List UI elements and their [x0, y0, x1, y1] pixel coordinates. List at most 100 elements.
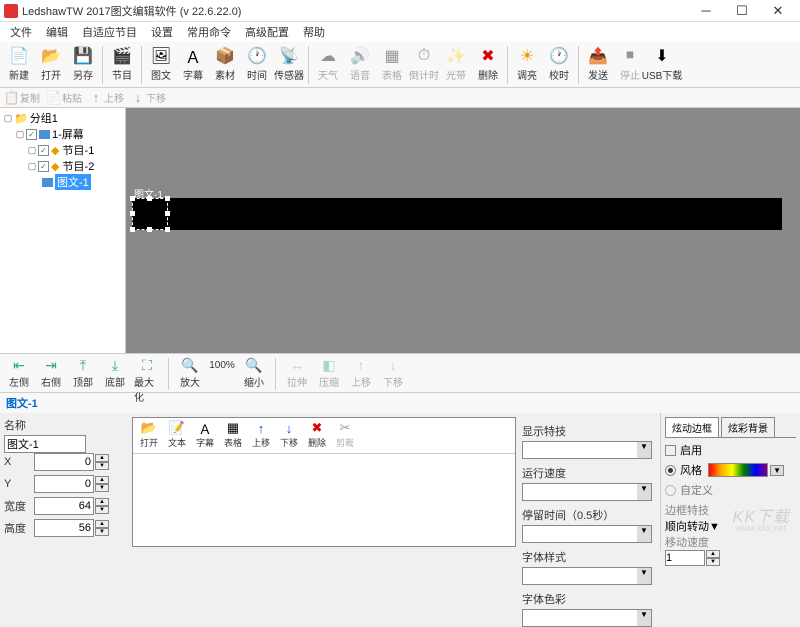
edit-下移[interactable]: ↓下移	[277, 420, 301, 449]
editor-toolbar: 📂打开📝文本Ａ字幕▦表格↑上移↓下移✖删除✂剪裁	[133, 418, 515, 454]
stay-time-combo[interactable]: ▼	[522, 525, 652, 543]
menu-设置[interactable]: 设置	[145, 22, 179, 42]
align-左侧[interactable]: ⇤左侧	[6, 356, 32, 389]
align-最大化[interactable]: ⛶最大化	[134, 356, 160, 404]
btn-打开[interactable]: 📂打开	[36, 44, 66, 84]
font-color-combo[interactable]: ▼	[522, 609, 652, 627]
edit-打开[interactable]: 📂打开	[137, 420, 161, 449]
align-上移: ↑上移	[348, 356, 374, 389]
btn-字幕[interactable]: Ａ字幕	[178, 44, 208, 84]
tree-prog2[interactable]: ▢✓◆ 节目-2	[2, 158, 123, 174]
btn-停止: ⏹停止	[615, 44, 645, 84]
btn-新建[interactable]: 📄新建	[4, 44, 34, 84]
app-icon	[4, 4, 18, 18]
window-title: LedshawTW 2017图文编辑软件 (v 22.6.22.0)	[22, 3, 688, 19]
align-100%[interactable]: 100%	[209, 356, 235, 374]
align-顶部[interactable]: ⤒顶部	[70, 356, 96, 389]
bottom-panel: 名称 X▲▼ Y▲▼ 宽度▲▼ 高度▲▼ 📂打开📝文本Ａ字幕▦表格↑上移↓下移✖…	[0, 413, 800, 551]
menu-帮助[interactable]: 帮助	[297, 22, 331, 42]
maximize-button[interactable]: ☐	[724, 1, 760, 21]
style-radio[interactable]	[665, 465, 676, 476]
btn2-复制: 📋复制	[4, 90, 44, 106]
run-speed-combo[interactable]: ▼	[522, 483, 652, 501]
window-buttons: ─ ☐ ✕	[688, 1, 796, 21]
border-panel: 炫动边框 炫彩背景 启用 风格 ▼ 自定义 边框特技 顺向转动▼ 移动速度 ▲▼	[660, 413, 800, 551]
minimize-button[interactable]: ─	[688, 1, 724, 21]
tab-border[interactable]: 炫动边框	[665, 417, 719, 437]
tab-background[interactable]: 炫彩背景	[721, 417, 775, 437]
border-tabs: 炫动边框 炫彩背景	[665, 417, 796, 438]
edit-文本[interactable]: 📝文本	[165, 420, 189, 449]
custom-radio[interactable]	[665, 485, 676, 496]
selection-box[interactable]	[132, 198, 168, 230]
canvas[interactable]: 图文-1	[126, 108, 800, 353]
btn-节目[interactable]: 🎬节目	[107, 44, 137, 84]
font-style-combo[interactable]: ▼	[522, 567, 652, 585]
y-input[interactable]	[34, 475, 94, 493]
main-toolbar: 📄新建📂打开💾另存 🎬节目 🖼图文Ａ字幕📦素材🕐时间📡传感器 ☁天气🔊语音▦表格⏱倒计…	[0, 42, 800, 88]
btn-删除[interactable]: ✖删除	[473, 44, 503, 84]
btn-时间[interactable]: 🕐时间	[242, 44, 272, 84]
btn-素材[interactable]: 📦素材	[210, 44, 240, 84]
edit-toolbar: 📋复制📄粘贴↑上移↓下移	[0, 88, 800, 108]
tree-item-selected[interactable]: 图文-1	[2, 174, 123, 190]
btn-倒计时: ⏱倒计时	[409, 44, 439, 84]
align-toolbar: ⇤左侧⇥右侧⤒顶部⤓底部⛶最大化🔍放大100%🔍缩小↔拉伸◧压缩↑上移↓下移	[0, 353, 800, 393]
editor-content[interactable]	[133, 454, 515, 546]
align-缩小[interactable]: 🔍缩小	[241, 356, 267, 389]
canvas-content[interactable]	[132, 198, 782, 230]
menu-高级配置[interactable]: 高级配置	[239, 22, 295, 42]
btn-调亮[interactable]: ☀调亮	[512, 44, 542, 84]
edit-上移[interactable]: ↑上移	[249, 420, 273, 449]
btn2-下移: ↓下移	[130, 90, 170, 106]
x-input[interactable]	[34, 453, 94, 471]
btn-USB下载[interactable]: ⬇USB下载	[647, 44, 677, 84]
btn-校时[interactable]: 🕐校时	[544, 44, 574, 84]
btn-传感器[interactable]: 📡传感器	[274, 44, 304, 84]
tree-panel: ▢📁分组1 ▢✓1-屏幕 ▢✓◆ 节目-1 ▢✓◆ 节目-2 图文-1	[0, 108, 126, 353]
editor-panel: 📂打开📝文本Ａ字幕▦表格↑上移↓下移✖删除✂剪裁	[132, 417, 516, 547]
edit-表格[interactable]: ▦表格	[221, 420, 245, 449]
border-tech-combo[interactable]: 顺向转动▼	[665, 518, 796, 534]
height-input[interactable]	[34, 519, 94, 537]
btn2-上移: ↑上移	[88, 90, 128, 106]
align-拉伸: ↔拉伸	[284, 356, 310, 389]
menu-自适应节目[interactable]: 自适应节目	[76, 22, 143, 42]
btn-发送[interactable]: 📤发送	[583, 44, 613, 84]
btn-另存[interactable]: 💾另存	[68, 44, 98, 84]
btn2-粘贴: 📄粘贴	[46, 90, 86, 106]
menubar: 文件编辑自适应节目设置常用命令高级配置帮助	[0, 22, 800, 42]
btn-语音: 🔊语音	[345, 44, 375, 84]
name-input[interactable]	[4, 435, 86, 453]
edit-字幕[interactable]: Ａ字幕	[193, 420, 217, 449]
display-tech-combo[interactable]: ▼	[522, 441, 652, 459]
titlebar: LedshawTW 2017图文编辑软件 (v 22.6.22.0) ─ ☐ ✕	[0, 0, 800, 22]
menu-文件[interactable]: 文件	[4, 22, 38, 42]
section-label: 图文-1	[0, 393, 800, 413]
menu-编辑[interactable]: 编辑	[40, 22, 74, 42]
align-右侧[interactable]: ⇥右侧	[38, 356, 64, 389]
btn-天气: ☁天气	[313, 44, 343, 84]
effects-panel: 显示特技 ▼ 运行速度 ▼ 停留时间（0.5秒） ▼ 字体样式 ▼ 字体色彩 ▼	[518, 413, 660, 551]
btn-表格: ▦表格	[377, 44, 407, 84]
align-放大[interactable]: 🔍放大	[177, 356, 203, 389]
main-area: ▢📁分组1 ▢✓1-屏幕 ▢✓◆ 节目-1 ▢✓◆ 节目-2 图文-1 图文-1	[0, 108, 800, 353]
tree-group[interactable]: ▢📁分组1	[2, 110, 123, 126]
style-preview[interactable]	[708, 463, 768, 477]
enable-checkbox[interactable]	[665, 445, 676, 456]
width-input[interactable]	[34, 497, 94, 515]
edit-删除[interactable]: ✖删除	[305, 420, 329, 449]
tree-prog1[interactable]: ▢✓◆ 节目-1	[2, 142, 123, 158]
align-底部[interactable]: ⤓底部	[102, 356, 128, 389]
close-button[interactable]: ✕	[760, 1, 796, 21]
align-下移: ↓下移	[380, 356, 406, 389]
move-speed-input[interactable]	[665, 550, 705, 566]
menu-常用命令[interactable]: 常用命令	[181, 22, 237, 42]
btn-图文[interactable]: 🖼图文	[146, 44, 176, 84]
properties-panel: 名称 X▲▼ Y▲▼ 宽度▲▼ 高度▲▼	[0, 413, 130, 551]
name-label: 名称	[4, 417, 126, 433]
edit-剪裁: ✂剪裁	[333, 420, 357, 449]
align-压缩: ◧压缩	[316, 356, 342, 389]
tree-screen[interactable]: ▢✓1-屏幕	[2, 126, 123, 142]
btn-光带: ✨光带	[441, 44, 471, 84]
